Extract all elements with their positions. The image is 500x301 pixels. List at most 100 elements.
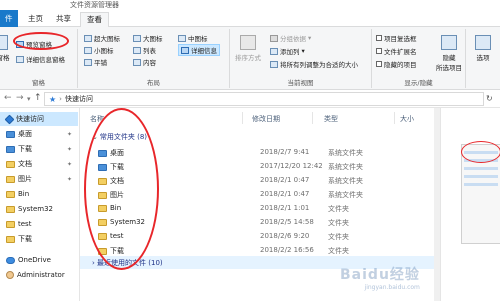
hide-selected-button[interactable]: 隐藏 所选项目 (434, 35, 464, 72)
chevron-down-icon: ▾ (308, 34, 312, 42)
item-date: 2018/2/5 14:58 (260, 218, 314, 226)
folder-icon (6, 145, 15, 153)
pane-group-label: 窗格 (32, 79, 45, 87)
watermark-sub: jingyan.baidu.com (364, 284, 420, 291)
thumbnail-line (464, 183, 498, 186)
layout-small-icons[interactable]: 小图标 (84, 45, 114, 55)
layout-medium-icons[interactable]: 中图标 (178, 33, 208, 43)
chevron-down-icon: ▾ (301, 47, 305, 55)
layout-details-label: 详细信息 (191, 47, 217, 55)
sidebar-item[interactable]: 快速访问 (0, 112, 78, 126)
tab-home[interactable]: 主页 (22, 12, 49, 27)
preview-pane-button[interactable]: 预览窗格 (16, 39, 52, 49)
sort-by-button[interactable]: 排序方式 (234, 35, 262, 62)
sidebar-item[interactable]: 文档 ✦ (0, 157, 78, 171)
thumbnail-line (464, 167, 498, 170)
item-date: 2018/2/6 9:20 (260, 232, 310, 240)
hide-selected-icon (441, 35, 457, 50)
sidebar-item[interactable]: test (0, 217, 78, 231)
options-button[interactable]: 选项 (470, 35, 496, 62)
list-item[interactable]: 下载 2017/12/20 12:42 系统文件夹 (90, 160, 390, 173)
item-checkboxes-checkbox[interactable] (376, 35, 382, 41)
item-type: 文件夹 (328, 247, 349, 255)
item-name-cell: Bin (98, 204, 121, 212)
list-item[interactable]: test 2018/2/6 9:20 文件夹 (90, 230, 390, 243)
list-icon (133, 46, 141, 54)
list-item[interactable]: 下载 2018/2/2 16:56 文件夹 (90, 244, 390, 257)
sidebar-item[interactable]: 图片 ✦ (0, 172, 78, 186)
file-extensions-toggle[interactable]: 文件扩展名 (376, 46, 417, 56)
hidden-items-checkbox[interactable] (376, 61, 382, 67)
baidu-jingyan-watermark: Baidu经验 jingyan.baidu.com (340, 264, 420, 291)
ribbon-group-show-hide: 项目复选框 文件扩展名 隐藏的项目 隐藏 所选项目 显示/隐藏 (372, 29, 466, 88)
sidebar-item-label: 下载 (18, 145, 32, 153)
tab-share[interactable]: 共享 (50, 12, 77, 27)
layout-content-label: 内容 (143, 59, 156, 67)
item-name: Bin (110, 204, 122, 212)
item-name: 桌面 (110, 149, 124, 157)
folder-icon (6, 175, 15, 183)
add-column-button[interactable]: 添加列 ▾ (270, 46, 305, 56)
list-item[interactable]: 文档 2018/2/1 0:47 系统文件夹 (90, 174, 390, 187)
size-all-columns-button[interactable]: 将所有列调整为合适的大小 (270, 59, 358, 69)
layout-details[interactable]: 详细信息 (178, 44, 220, 56)
file-extensions-checkbox[interactable] (376, 48, 382, 54)
list-item[interactable]: System32 2018/2/5 14:58 文件夹 (90, 216, 390, 229)
cropped-thumbnail (440, 108, 500, 301)
folder-icon (6, 190, 15, 198)
sidebar-item[interactable]: 下载 (0, 232, 78, 246)
hidden-items-toggle[interactable]: 隐藏的项目 (376, 59, 417, 69)
tab-view[interactable]: 查看 (80, 12, 109, 27)
sidebar-item[interactable]: 下载 ✦ (0, 142, 78, 156)
up-arrow-icon[interactable]: ↑ (34, 93, 42, 103)
layout-list[interactable]: 列表 (133, 45, 156, 55)
refresh-icon[interactable]: ↻ (486, 94, 493, 103)
list-item[interactable]: 图片 2018/2/1 0:47 系统文件夹 (90, 188, 390, 201)
ribbon-group-current-view: 排序方式 分组依据 ▾ 添加列 ▾ 将所有列调整为合适的大小 当前视图 (230, 29, 372, 88)
item-date: 2017/12/20 12:42 (260, 162, 323, 170)
back-arrow-icon[interactable]: ← (4, 93, 12, 103)
sidebar-item[interactable]: 桌面 ✦ (0, 127, 78, 141)
address-field[interactable]: ★ › 快速访问 (44, 92, 484, 106)
column-header-date[interactable]: 修改日期 (252, 114, 280, 124)
user-icon (6, 271, 14, 279)
forward-arrow-icon[interactable]: → (16, 93, 24, 103)
sidebar-item[interactable]: Bin (0, 187, 78, 201)
item-checkboxes-label: 项目复选框 (384, 35, 417, 43)
sidebar-item-label: 图片 (18, 175, 32, 183)
folder-icon (98, 204, 107, 212)
item-name: 图片 (110, 191, 124, 199)
watermark-main: Baidu经验 (340, 267, 420, 283)
item-type: 系统文件夹 (328, 191, 363, 199)
tab-file[interactable]: 件 (0, 10, 18, 27)
list-item[interactable]: Bin 2018/2/1 1:01 文件夹 (90, 202, 390, 215)
recent-locations-chevron-icon[interactable]: ▾ (27, 95, 31, 103)
details-pane-button[interactable]: 详细信息窗格 (16, 54, 65, 64)
title-bar: 文件资源管理器 (0, 0, 500, 10)
recent-files-title: 最近使用的文件 (10) (97, 259, 163, 267)
options-label: 选项 (476, 54, 490, 62)
show-hide-group-label: 显示/隐藏 (404, 79, 433, 87)
tiles-icon (84, 58, 92, 66)
group-by-button[interactable]: 分组依据 ▾ (270, 33, 311, 43)
column-header-type[interactable]: 类型 (324, 114, 338, 124)
sidebar-item[interactable]: Administrator (0, 268, 78, 282)
sort-by-label: 排序方式 (235, 54, 261, 62)
layout-xlarge-icons[interactable]: 超大图标 (84, 33, 120, 43)
chevron-right-icon: › (59, 95, 62, 103)
hide-selected-label-1: 隐藏 (442, 54, 456, 62)
frequent-folders-header[interactable]: ⌄ 常用文件夹 (8) (92, 132, 147, 142)
layout-large-icons[interactable]: 大图标 (133, 33, 163, 43)
sidebar-item[interactable]: OneDrive (0, 253, 78, 267)
layout-tiles[interactable]: 平铺 (84, 57, 107, 67)
column-header-size[interactable]: 大小 (400, 114, 414, 124)
folder-icon (6, 160, 15, 168)
list-item[interactable]: 桌面 2018/2/7 9:41 系统文件夹 (90, 146, 390, 159)
item-type: 文件夹 (328, 205, 349, 213)
layout-content[interactable]: 内容 (133, 57, 156, 67)
navigation-pane-button[interactable]: 窗格 (0, 35, 10, 62)
pin-icon: ✦ (66, 175, 72, 183)
item-checkboxes-toggle[interactable]: 项目复选框 (376, 33, 417, 43)
column-header-name[interactable]: 名称 (90, 114, 104, 124)
sidebar-item[interactable]: System32 (0, 202, 78, 216)
